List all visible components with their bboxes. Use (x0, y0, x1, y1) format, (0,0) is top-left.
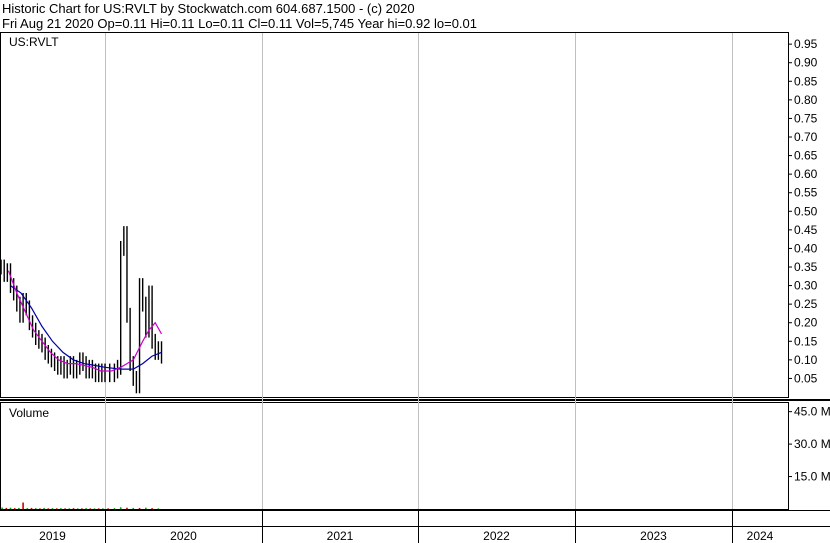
year-label: 2023 (640, 529, 667, 543)
volume-tick-label: 15.0 M (794, 470, 830, 484)
price-tick-label: 0.85 (794, 74, 818, 88)
price-tick-label: 0.40 (794, 241, 818, 255)
price-tick-label: 0.80 (794, 93, 818, 107)
volume-tick-label: 45.0 M (794, 405, 830, 419)
price-tick-label: 0.10 (794, 353, 818, 367)
price-panel-frame (0, 32, 789, 398)
price-series (0, 226, 163, 394)
price-tick-label: 0.70 (794, 130, 818, 144)
year-label: 2021 (327, 529, 354, 543)
year-label: 2024 (747, 529, 774, 543)
price-tick-label: 0.15 (794, 334, 818, 348)
time-axis-labels: 2019 2020 2021 2022 2023 2024 (39, 529, 774, 543)
price-tick-label: 0.65 (794, 149, 818, 163)
price-tick-label: 0.75 (794, 111, 818, 125)
price-tick-label: 0.20 (794, 316, 818, 330)
price-axis-labels: 0.95 0.90 0.85 0.80 0.75 0.70 0.65 0.60 0.55 0.50… (788, 37, 818, 385)
price-tick-label: 0.90 (794, 56, 818, 70)
price-tick-label: 0.05 (794, 371, 818, 385)
price-tick-label: 0.50 (794, 204, 818, 218)
price-tick-label: 0.55 (794, 186, 818, 200)
volume-panel-frame (0, 402, 789, 510)
year-label: 2020 (170, 529, 197, 543)
volume-label: Volume (9, 406, 49, 420)
symbol-label: US:RVLT (9, 35, 59, 49)
volume-tick-label: 30.0 M (794, 437, 830, 451)
moving-averages (7, 270, 163, 372)
volume-bars (1, 502, 160, 509)
price-tick-label: 0.60 (794, 167, 818, 181)
stock-chart: 0.95 0.90 0.85 0.80 0.75 0.70 0.65 0.60 0.55 0.50… (0, 32, 830, 543)
grid-lines (105, 33, 733, 543)
price-tick-label: 0.30 (794, 279, 818, 293)
price-tick-label: 0.25 (794, 297, 818, 311)
price-tick-label: 0.45 (794, 223, 818, 237)
year-label: 2022 (483, 529, 510, 543)
short-moving-average-line (7, 270, 163, 372)
volume-axis-labels: 45.0 M 30.0 M 15.0 M (788, 405, 830, 484)
price-tick-label: 0.95 (794, 37, 818, 51)
price-tick-label: 0.35 (794, 260, 818, 274)
year-label: 2019 (39, 529, 66, 543)
